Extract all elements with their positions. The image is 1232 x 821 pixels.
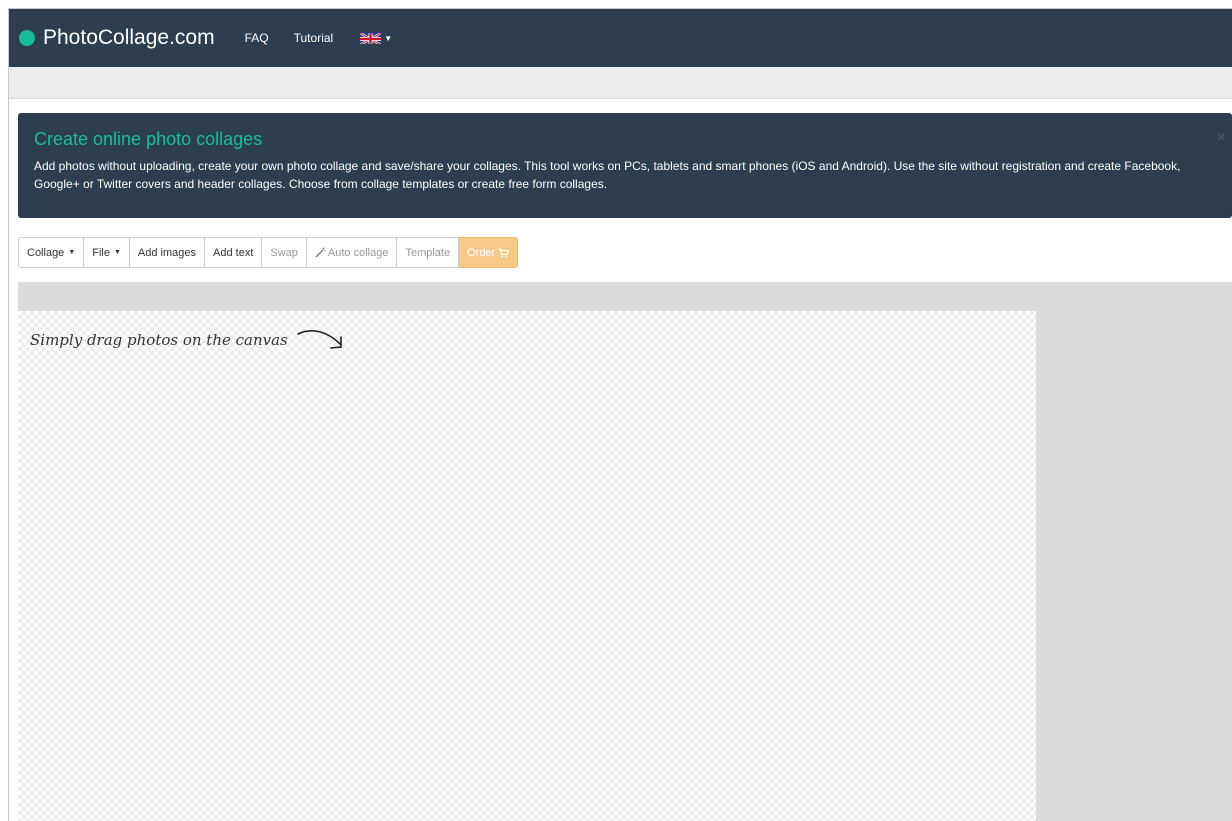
- info-alert: Create online photo collages Add photos …: [18, 113, 1232, 218]
- order-label: Order: [467, 246, 496, 259]
- alert-title: Create online photo collages: [34, 129, 263, 149]
- nav-link-faq[interactable]: FAQ: [245, 31, 269, 45]
- editor-toolbar: Collage ▼ File ▼ Add images Add text Swa…: [18, 237, 519, 268]
- magic-wand-icon: [315, 247, 326, 258]
- collage-menu-button[interactable]: Collage ▼: [18, 237, 85, 268]
- brand-logo-icon: [19, 30, 35, 46]
- template-button[interactable]: Template: [397, 237, 460, 268]
- alert-description: Add photos without uploading, create you…: [34, 159, 1181, 191]
- chevron-down-icon: ▼: [68, 249, 76, 256]
- order-button[interactable]: Order: [459, 237, 519, 268]
- chevron-down-icon: ▼: [384, 33, 393, 43]
- collage-menu-label: Collage: [27, 246, 65, 259]
- auto-collage-label: Auto collage: [327, 246, 389, 259]
- shopping-cart-icon: [498, 247, 510, 258]
- uk-flag-icon: [360, 32, 382, 44]
- swap-button[interactable]: Swap: [262, 237, 307, 268]
- brand-link[interactable]: PhotoCollage.com: [19, 26, 215, 50]
- file-menu-label: File: [92, 246, 110, 259]
- window-border-left: [8, 8, 9, 821]
- nav-link-tutorial[interactable]: Tutorial: [294, 31, 334, 45]
- file-menu-button[interactable]: File ▼: [84, 237, 130, 268]
- language-dropdown[interactable]: ▼: [360, 32, 392, 44]
- chevron-down-icon: ▼: [113, 249, 121, 256]
- auto-collage-button[interactable]: Auto collage: [306, 237, 398, 268]
- close-icon[interactable]: ×: [1217, 129, 1226, 147]
- brand-name: PhotoCollage.com: [43, 26, 215, 49]
- secondary-bar: [9, 67, 1232, 99]
- canvas-hint: Simply drag photos on the canvas: [30, 327, 348, 353]
- curved-arrow-icon: [296, 330, 342, 349]
- add-images-button[interactable]: Add images: [129, 237, 206, 268]
- collage-workspace: Simply drag photos on the canvas: [18, 282, 1232, 821]
- collage-canvas[interactable]: Simply drag photos on the canvas: [18, 311, 1036, 821]
- add-text-button[interactable]: Add text: [205, 237, 263, 268]
- top-navbar: PhotoCollage.com FAQ Tutorial ▼: [9, 9, 1232, 67]
- canvas-hint-text: Simply drag photos on the canvas: [30, 331, 288, 349]
